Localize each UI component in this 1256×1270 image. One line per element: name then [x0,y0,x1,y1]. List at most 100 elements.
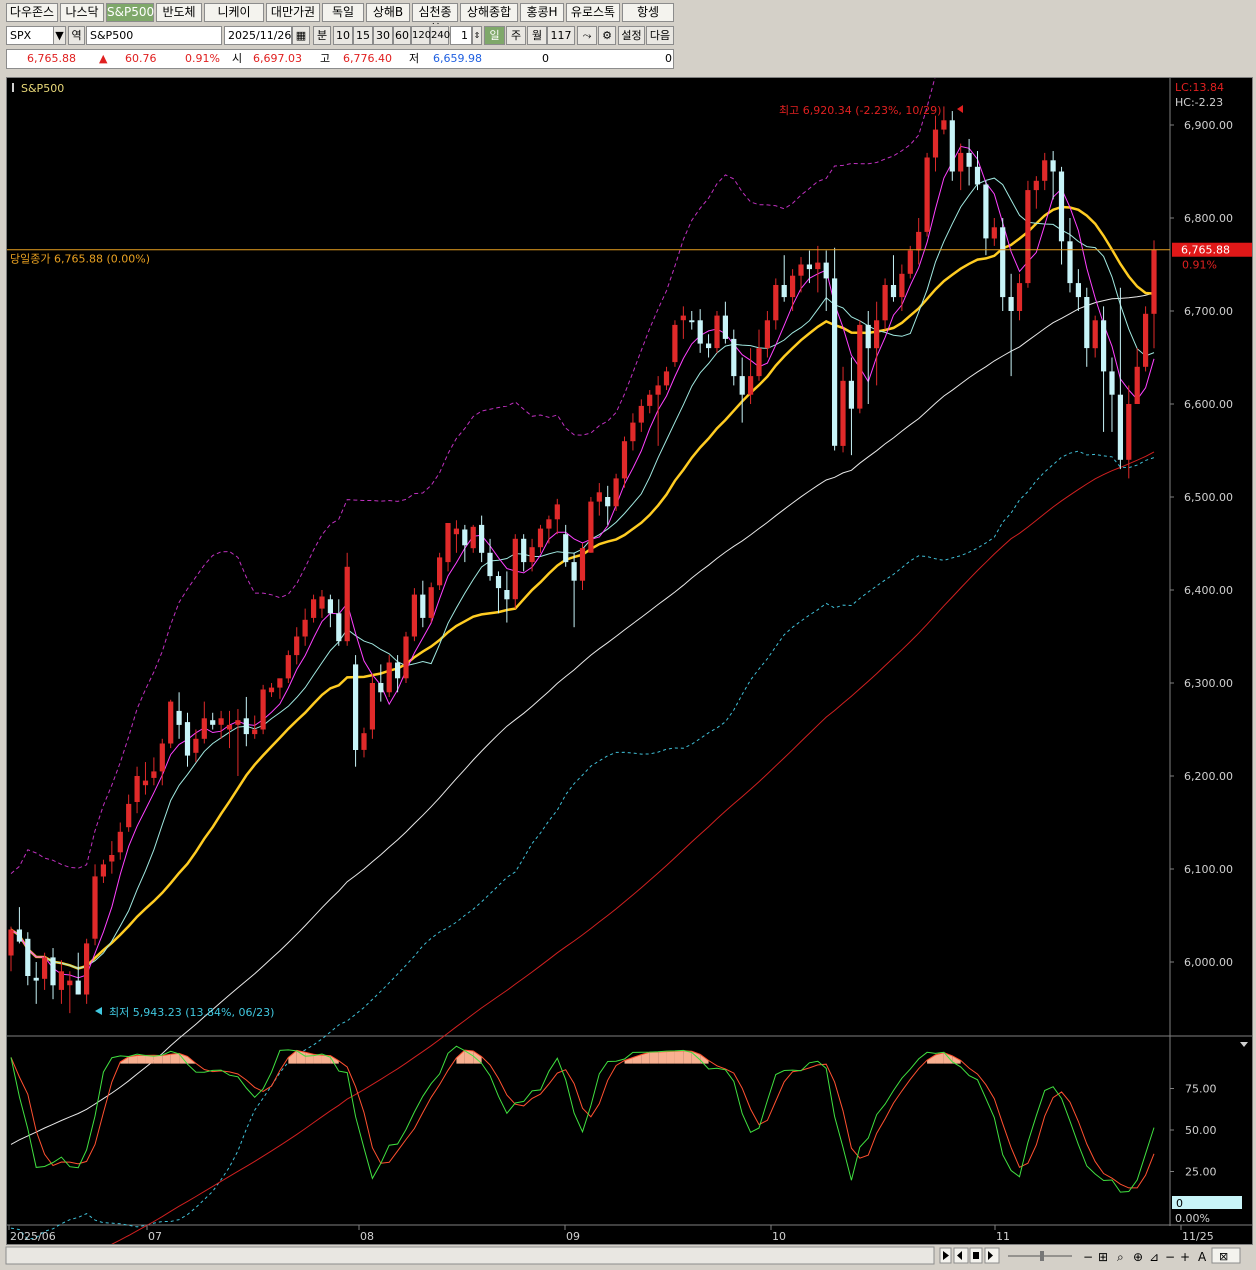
candle-body [470,526,476,549]
low-price: 6,659.98 [433,52,482,65]
period-60-button[interactable]: 60 [393,26,411,45]
day-button[interactable]: 일 [484,26,505,45]
candle-body [378,683,384,693]
period-120-button[interactable]: 120 [411,26,431,45]
scroll-controls[interactable]: − ⊞ ⌕ ⊕ ⊿ − + A ⊠ [0,1245,1256,1267]
candle-body [1143,313,1149,367]
gear-icon[interactable]: ⚙ [598,26,616,45]
candle-body [748,376,754,395]
candle-body [983,184,989,239]
candle-body [790,275,796,298]
candle-body [218,718,224,725]
minus-icon: − [1083,1250,1093,1264]
tab-0[interactable]: 다우존스 [6,3,58,22]
candle-body [311,599,317,618]
candle-body [277,678,283,688]
hc-label: HC:-2.23 [1175,96,1223,109]
code-input[interactable]: SPX [6,26,54,45]
x-tick-label: 11 [996,1230,1010,1243]
tab-6[interactable]: 독일 [322,3,364,22]
candle-body [521,538,527,563]
y-tick-label: 6,500.00 [1184,491,1233,504]
candle-body [260,689,266,730]
price-pct-tag: 0.91% [1182,259,1217,272]
candle-body [344,566,350,642]
candle-body [1117,394,1123,460]
candle-body [462,529,468,546]
settings-button[interactable]: 설정 [618,26,645,45]
tab-10[interactable]: 홍콩H [520,3,564,22]
chart-type-icon[interactable]: ⤳ [577,26,597,45]
candle-body [159,743,165,772]
candle-body [714,315,720,349]
candle-body [949,120,955,172]
candle-body [554,504,560,520]
candle-body [1042,160,1048,181]
candle-body [495,576,502,589]
stoch-last-value: 0 [1176,1197,1183,1210]
chart-scrollbar[interactable]: − ⊞ ⌕ ⊕ ⊿ − + A ⊠ [0,1245,1256,1267]
tab-12[interactable]: 항셍 [622,3,674,22]
candle-body [16,929,22,942]
bar-count-field[interactable]: 117 [547,26,575,45]
count-input[interactable]: 1 [450,26,472,45]
period-30-button[interactable]: 30 [373,26,393,45]
candle-body [882,285,888,321]
candle-body [92,876,98,939]
y-tick-label: 6,300.00 [1184,677,1233,690]
search-button[interactable]: 역 [68,26,85,45]
tab-5[interactable]: 대만가권 [266,3,320,22]
tab-7[interactable]: 상해B [366,3,410,22]
tab-2[interactable]: S&P500 [106,3,154,22]
name-field: S&P500 [86,26,222,45]
month-button[interactable]: 월 [527,26,547,45]
next-button[interactable]: 다음 [646,26,674,45]
candle-body [84,943,90,995]
candle-body [874,320,880,349]
draw-icon: ⊿ [1149,1250,1159,1264]
tab-3[interactable]: 반도체 [156,3,202,22]
tab-9[interactable]: 상해종합 [460,3,518,22]
tab-4[interactable]: 니케이 [204,3,264,22]
candle-body [302,619,308,637]
candle-body [1151,249,1157,314]
market-tab-bar: 다우존스나스닥S&P500반도체니케이대만가권독일상해B심천종합상해종합홍콩H유… [0,0,1256,36]
count-spinner-icon[interactable]: ⇕ [472,26,482,45]
x-tick-label: 09 [566,1230,580,1243]
tab-11[interactable]: 유로스톡 [566,3,620,22]
candle-body [832,278,838,446]
price-chart-svg[interactable]: 당일종가 6,765.88 (0.00%) 6,000.00 6,100.00 6,2… [7,78,1252,1244]
y-tick-label: 6,000.00 [1184,956,1233,969]
candle-body [890,285,897,298]
chart-area[interactable]: 당일종가 6,765.88 (0.00%) 6,000.00 6,100.00 6,2… [6,77,1253,1245]
change-percent: 0.91% [185,52,220,65]
candle-body [453,528,459,535]
candle-body [243,718,249,735]
minute-button[interactable]: 분 [313,26,331,45]
overbought-fill [658,1051,667,1064]
candle-body [353,664,359,750]
period-240-button[interactable]: 240 [430,26,450,45]
period-15-button[interactable]: 15 [353,26,373,45]
calendar-icon[interactable]: ▦ [292,26,310,45]
zoom-slider-thumb [1040,1251,1044,1261]
quote-bar: 6,765.88 ▲ 60.76 0.91% 시 6,697.03 고 6,77… [0,48,1256,70]
up-arrow-icon: ▲ [99,52,108,65]
candle-body [294,636,300,656]
code-dropdown-icon[interactable]: ▼ [53,26,66,45]
stoch-last-pct: 0.00% [1175,1212,1210,1225]
high-label: 고 [320,52,331,65]
open-price: 6,697.03 [253,52,302,65]
tab-1[interactable]: 나스닥 [60,3,104,22]
stoch-tick-label: 75.00 [1185,1083,1217,1096]
candle-body [680,315,686,321]
date-field[interactable]: 2025/11/26 [224,26,292,45]
stoch-tick-label: 50.00 [1185,1124,1217,1137]
candle-body [445,523,451,563]
week-button[interactable]: 주 [506,26,526,45]
candle-body [630,422,636,442]
candle-body [58,971,64,990]
stoch-k-line [10,1045,1155,1193]
tab-8[interactable]: 심천종합 [412,3,458,36]
period-10-button[interactable]: 10 [333,26,353,45]
